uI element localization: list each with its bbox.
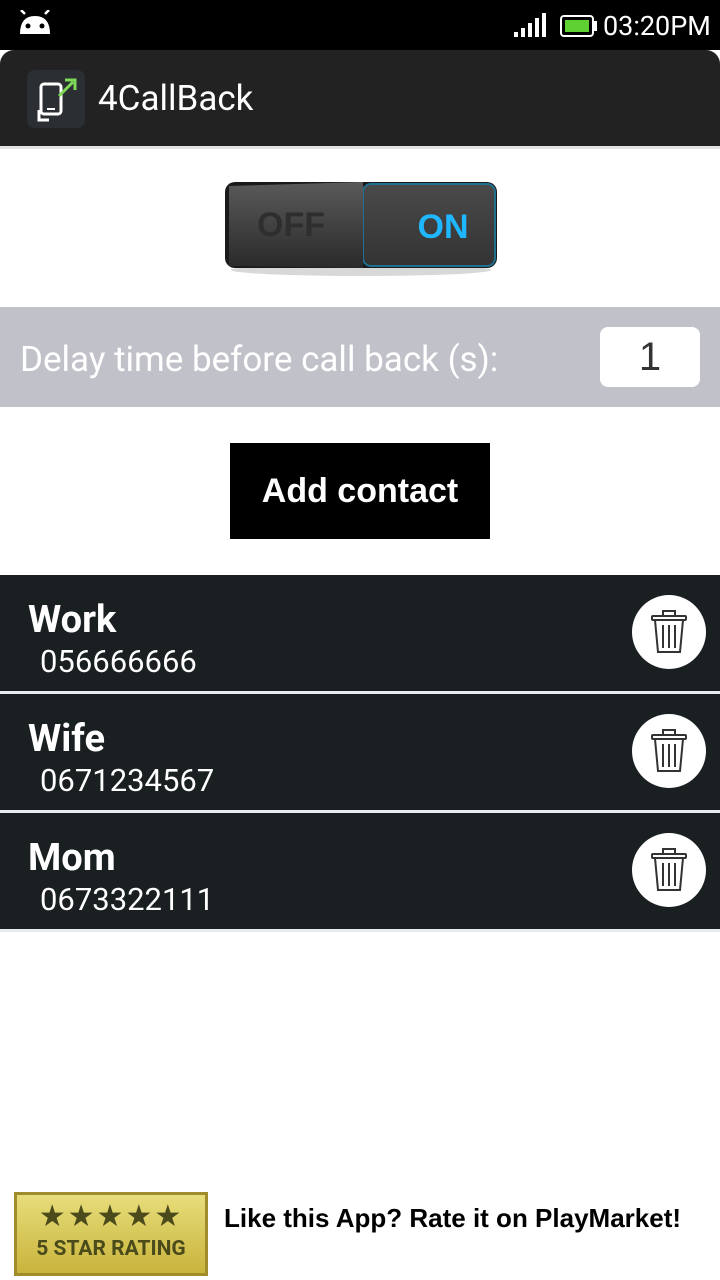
app-bar: 4CallBack xyxy=(0,50,720,146)
add-contact-button[interactable]: Add contact xyxy=(230,443,490,539)
contact-phone: 056666666 xyxy=(40,643,197,680)
clock: 03:20PM xyxy=(603,10,711,42)
five-star-rating-badge[interactable]: ★★★★★ 5 STAR RATING xyxy=(14,1192,208,1276)
contact-phone: 0673322111 xyxy=(40,881,215,918)
contact-name: Wife xyxy=(28,717,105,761)
rating-badge-text: 5 STAR RATING xyxy=(36,1237,186,1261)
signal-icon xyxy=(514,13,546,37)
delay-input[interactable] xyxy=(600,327,700,387)
delete-button[interactable] xyxy=(632,833,706,907)
app-title: 4CallBack xyxy=(98,78,254,119)
delay-setting: Delay time before call back (s): xyxy=(0,307,720,407)
delete-button[interactable] xyxy=(632,714,706,788)
battery-icon xyxy=(560,15,597,37)
contact-row[interactable]: Wife 0671234567 xyxy=(0,694,720,813)
app-logo-icon[interactable] xyxy=(27,70,85,128)
toggle-off-label: OFF xyxy=(257,206,325,244)
contact-name: Work xyxy=(28,598,117,642)
contact-name: Mom xyxy=(28,836,116,880)
status-bar: 03:20PM xyxy=(0,0,720,50)
toggle-on-label: ON xyxy=(418,208,469,246)
delay-label: Delay time before call back (s): xyxy=(20,339,499,380)
trash-icon xyxy=(651,848,687,891)
trash-icon xyxy=(651,729,687,772)
contact-row[interactable]: Mom 0673322111 xyxy=(0,813,720,932)
android-icon xyxy=(20,10,50,34)
contact-list: Work 056666666 Wife 0671234567 Mom 06733… xyxy=(0,575,720,932)
on-off-toggle[interactable]: OFF ON xyxy=(223,180,499,276)
contact-row[interactable]: Work 056666666 xyxy=(0,575,720,694)
trash-icon xyxy=(651,610,687,653)
rate-app-link[interactable]: Like this App? Rate it on PlayMarket! xyxy=(224,1200,681,1236)
star-icons: ★★★★★ xyxy=(38,1199,184,1234)
divider xyxy=(0,146,720,149)
phone-callback-icon xyxy=(37,78,77,122)
delete-button[interactable] xyxy=(632,595,706,669)
contact-phone: 0671234567 xyxy=(40,762,215,799)
